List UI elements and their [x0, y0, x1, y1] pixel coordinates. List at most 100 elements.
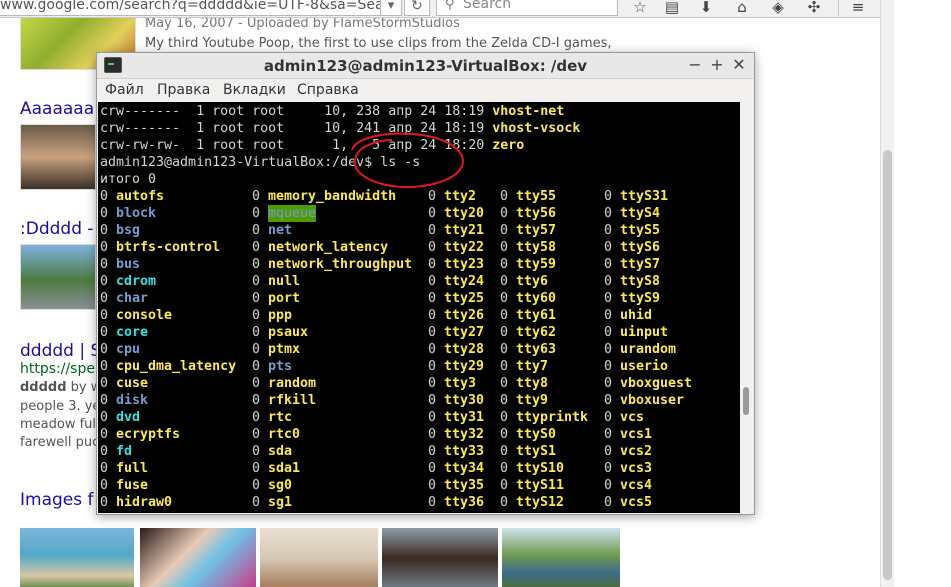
file-size: 0	[428, 359, 437, 374]
screen: May 16, 2007 - Uploaded by FlameStormStu…	[0, 0, 951, 587]
result-title-2[interactable]: Aaaaaaa	[20, 99, 94, 119]
terminal-scrollbar-thumb[interactable]	[743, 387, 749, 415]
ls-line-text: crw-rw-rw- 1 root root 1, 5 апр 24 18:20	[100, 138, 493, 153]
url-bar[interactable]: www.google.com/search?q=ddddd&ie=UTF-8&s…	[0, 0, 400, 16]
file-size: 0	[252, 444, 261, 459]
device-entry: vcs3	[620, 461, 653, 476]
file-size: 0	[252, 359, 261, 374]
menu-file[interactable]: Файл	[105, 82, 144, 98]
device-entry: tty32	[444, 427, 485, 442]
file-size: 0	[500, 410, 509, 425]
output-line: crw-rw-rw- 1 root root 1, 5 апр 24 18:20…	[100, 137, 524, 154]
file-size: 0	[500, 206, 509, 221]
device-entry: tty57	[516, 223, 557, 238]
menu-tabs[interactable]: Вкладки	[223, 82, 286, 98]
reload-icon[interactable]: ↻	[404, 0, 430, 16]
file-size: 0	[100, 240, 109, 255]
image-result-2[interactable]	[140, 528, 256, 587]
file-size: 0	[604, 393, 613, 408]
pocket-icon[interactable]: ◈	[766, 0, 790, 16]
device-entry: vboxguest	[620, 376, 693, 391]
device-entry: ttyS4	[620, 206, 661, 221]
file-size: 0	[604, 291, 613, 306]
maximize-icon[interactable]: +	[707, 55, 727, 75]
result-meta: May 16, 2007 - Uploaded by FlameStormStu…	[145, 16, 460, 31]
device-entry: sda	[268, 444, 293, 459]
menu-edit[interactable]: Правка	[157, 82, 210, 98]
terminal-window[interactable]: admin123@admin123-VirtualBox: /dev − + ✕…	[96, 52, 755, 515]
file-size: 0	[100, 291, 109, 306]
device-entry: tty36	[444, 495, 485, 510]
video-thumbnail-3[interactable]	[20, 244, 96, 310]
file-size: 0	[252, 461, 261, 476]
file-size: 0	[100, 393, 109, 408]
page-scrollbar[interactable]	[880, 0, 894, 587]
video-thumbnail-2[interactable]	[20, 124, 96, 190]
images-section-heading[interactable]: Images f	[20, 490, 94, 510]
file-size: 0	[428, 495, 437, 510]
snippet-bold-term: ddddd	[20, 380, 67, 395]
result-snippet-4-line3: meadow full	[20, 417, 100, 432]
image-result-1[interactable]	[20, 528, 134, 587]
device-entry: ttyS10	[516, 461, 565, 476]
file-size: 0	[500, 444, 509, 459]
file-size: 0	[100, 342, 109, 357]
file-size: 0	[604, 410, 613, 425]
device-entry: vcs1	[620, 427, 653, 442]
menu-help[interactable]: Справка	[297, 82, 359, 98]
image-result-5[interactable]	[502, 528, 620, 587]
file-size: 0	[100, 495, 109, 510]
file-size: 0	[428, 427, 437, 442]
home-icon[interactable]: ⌂	[730, 0, 754, 16]
file-size: 0	[604, 206, 613, 221]
page-scrollbar-thumb[interactable]	[883, 150, 892, 580]
file-size: 0	[100, 478, 109, 493]
menu-icon[interactable]: ≡	[846, 0, 870, 16]
device-entry: sda1	[268, 461, 301, 476]
device-entry: tty62	[516, 325, 557, 340]
file-size: 0	[428, 189, 437, 204]
terminal-output[interactable]: crw------- 1 root root 10, 238 апр 24 18…	[98, 102, 740, 513]
file-size: 0	[604, 376, 613, 391]
image-result-3[interactable]	[260, 528, 378, 587]
device-entry: rtc	[268, 410, 293, 425]
file-size: 0	[604, 240, 613, 255]
file-size: 0	[428, 257, 437, 272]
close-icon[interactable]: ✕	[729, 55, 749, 75]
device-entry: tty55	[516, 189, 557, 204]
file-size: 0	[100, 359, 109, 374]
terminal-title: admin123@admin123-VirtualBox: /dev	[263, 57, 588, 75]
terminal-titlebar[interactable]: admin123@admin123-VirtualBox: /dev − + ✕	[97, 53, 754, 79]
file-size: 0	[100, 376, 109, 391]
file-size: 0	[252, 325, 261, 340]
file-size: 0	[428, 342, 437, 357]
device-entry: tty60	[516, 291, 557, 306]
device-entry: psaux	[268, 325, 309, 340]
device-entry: core	[116, 325, 149, 340]
device-entry: cpu	[116, 342, 141, 357]
terminal-menubar: Файл Правка Вкладки Справка	[97, 79, 754, 101]
file-size: 0	[252, 393, 261, 408]
file-size: 0	[500, 376, 509, 391]
file-size: 0	[100, 325, 109, 340]
file-size: 0	[100, 257, 109, 272]
image-result-4[interactable]	[382, 528, 498, 587]
search-icon: ⚲	[445, 0, 455, 12]
file-size: 0	[428, 444, 437, 459]
download-icon[interactable]: ⬇	[694, 0, 718, 16]
extension-icon[interactable]: ✣	[802, 0, 826, 16]
result-title-4[interactable]: ddddd | S	[20, 341, 101, 361]
device-entry: net	[268, 223, 293, 238]
file-size: 0	[100, 410, 109, 425]
url-dropdown-icon[interactable]: ▾	[380, 0, 402, 16]
result-title-3[interactable]: :Ddddd -	[20, 219, 94, 239]
reading-list-icon[interactable]: ▤	[660, 0, 684, 16]
terminal-scrollbar[interactable]	[740, 102, 754, 513]
search-input[interactable]: ⚲ Search	[436, 0, 618, 16]
file-size: 0	[500, 427, 509, 442]
file-size: 0	[604, 359, 613, 374]
file-size: 0	[252, 376, 261, 391]
minimize-icon[interactable]: −	[685, 55, 705, 75]
device-entry: tty33	[444, 444, 485, 459]
star-icon[interactable]: ☆	[628, 0, 652, 16]
